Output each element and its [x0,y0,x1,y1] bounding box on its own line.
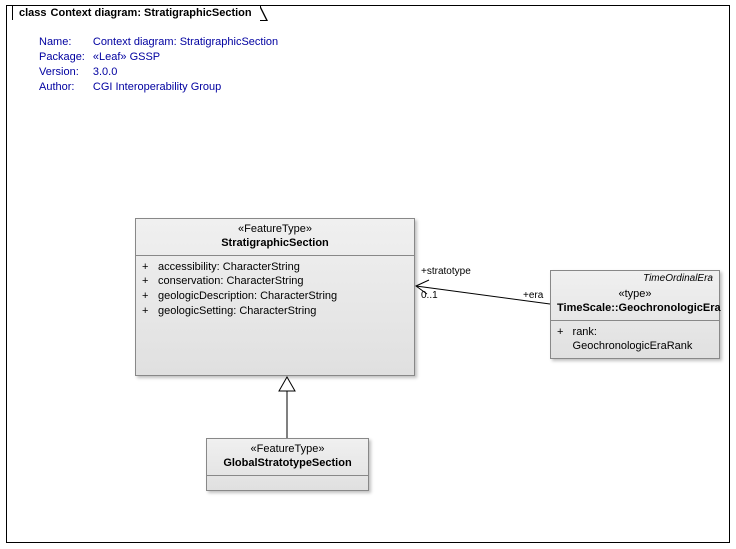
mult-stratotype: 0..1 [421,290,438,301]
frame-prefix: class [19,7,47,19]
meta-name-label: Name: [39,36,91,49]
class-geochronologic-era[interactable]: TimeOrdinalEra «type» TimeScale::Geochro… [550,270,720,359]
class-name: GlobalStratotypeSection [213,457,362,471]
stereotype: «type» [557,288,713,302]
diagram-frame: class Context diagram: StratigraphicSect… [6,5,730,543]
stereotype: «FeatureType» [142,223,408,237]
attr-geologic-description: geologicDescription: CharacterString [158,289,337,304]
class-header: «FeatureType» StratigraphicSection [136,219,414,256]
meta-package-label: Package: [39,51,91,64]
stereotype: «FeatureType» [213,443,362,457]
class-header: «type» TimeScale::GeochronologicEra [551,284,719,321]
attr-accessibility: accessibility: CharacterString [158,260,300,275]
meta-name-value: Context diagram: StratigraphicSection [93,36,284,49]
attr-conservation: conservation: CharacterString [158,274,304,289]
attr-geologic-setting: geologicSetting: CharacterString [158,304,316,319]
frame-title: Context diagram: StratigraphicSection [51,7,252,19]
attr-rank: rank: GeochronologicEraRank [573,325,713,355]
role-stratotype: +stratotype [421,266,471,277]
attributes [207,476,368,490]
attributes: +accessibility: CharacterString +conserv… [136,256,414,323]
meta-package-value: «Leaf» GSSP [93,51,284,64]
meta-version-label: Version: [39,66,91,79]
metadata-block: Name:Context diagram: StratigraphicSecti… [37,34,286,96]
meta-author-label: Author: [39,81,91,94]
meta-version-value: 3.0.0 [93,66,284,79]
frame-tab: class Context diagram: StratigraphicSect… [12,5,261,20]
attributes: +rank: GeochronologicEraRank [551,321,719,359]
meta-author-value: CGI Interoperability Group [93,81,284,94]
class-header: «FeatureType» GlobalStratotypeSection [207,439,368,476]
role-era: +era [523,290,543,301]
class-global-stratotype-section[interactable]: «FeatureType» GlobalStratotypeSection [206,438,369,491]
parent-class: TimeOrdinalEra [551,271,719,284]
class-name: StratigraphicSection [142,237,408,251]
class-name: TimeScale::GeochronologicEra [557,302,713,316]
class-stratigraphic-section[interactable]: «FeatureType» StratigraphicSection +acce… [135,218,415,376]
